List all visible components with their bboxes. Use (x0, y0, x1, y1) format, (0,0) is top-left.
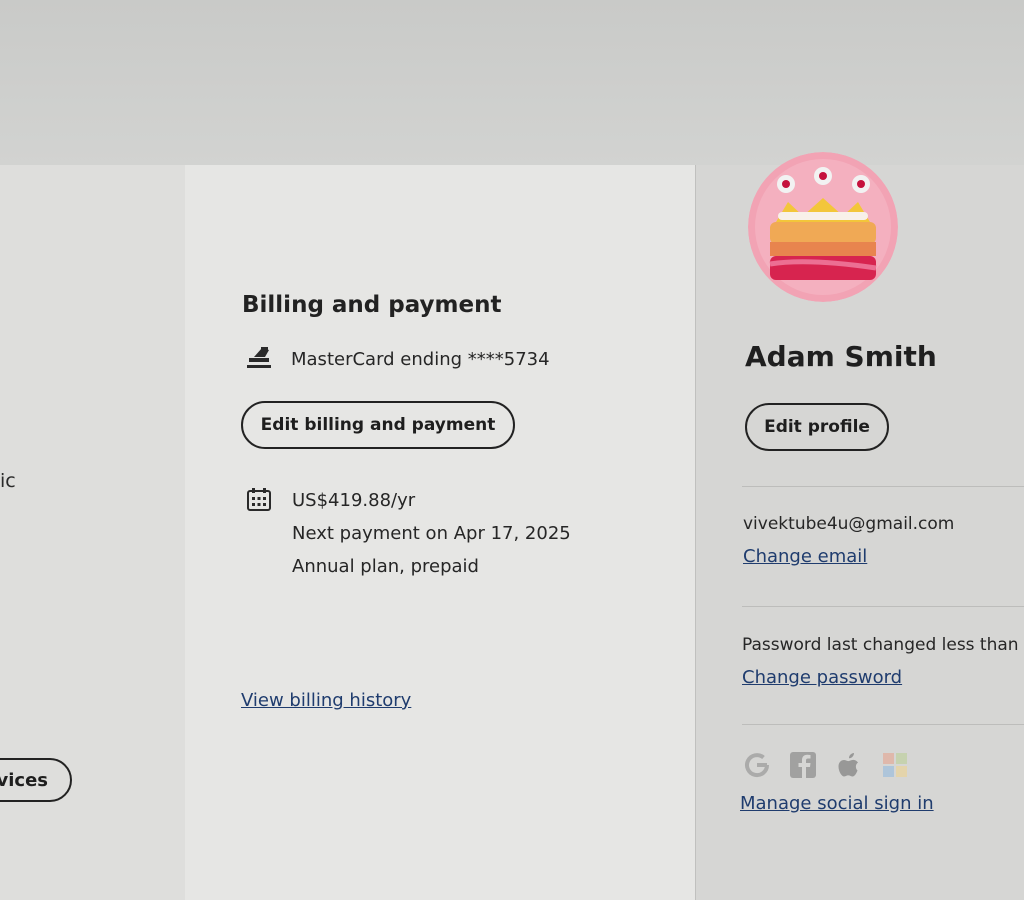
divider (742, 606, 1024, 607)
next-payment-date: Next payment on Apr 17, 2025 (292, 523, 571, 544)
credit-card-icon (245, 344, 275, 374)
email-address: vivektube4u@gmail.com (743, 514, 955, 534)
card-text: MasterCard ending ****5734 (291, 348, 550, 370)
change-password-link[interactable]: Change password (742, 667, 902, 688)
divider (742, 724, 1024, 725)
edit-profile-button[interactable]: Edit profile (745, 403, 889, 451)
social-sign-in-icons (742, 750, 910, 780)
microsoft-icon (880, 750, 910, 780)
avatar[interactable] (748, 152, 898, 302)
manage-social-sign-in-link[interactable]: Manage social sign in (740, 793, 934, 814)
plan-type: Annual plan, prepaid (292, 556, 479, 577)
change-email-link[interactable]: Change email (743, 546, 867, 567)
billing-title: Billing and payment (242, 292, 502, 318)
apple-icon (834, 750, 864, 780)
services-button[interactable]: rvices (0, 758, 72, 802)
facebook-icon (788, 750, 818, 780)
edit-billing-button[interactable]: Edit billing and payment (241, 401, 515, 449)
calendar-icon (246, 488, 272, 579)
plan-details: US$419.88/yr Next payment on Apr 17, 202… (246, 488, 571, 579)
top-background (0, 0, 1024, 165)
password-status: Password last changed less than a (742, 635, 1024, 655)
payment-method-row: MasterCard ending ****5734 (245, 344, 550, 374)
partial-label: ic (0, 470, 16, 492)
profile-name: Adam Smith (745, 340, 937, 373)
divider (742, 486, 1024, 487)
plan-price: US$419.88/yr (292, 490, 416, 511)
view-billing-history-link[interactable]: View billing history (241, 690, 411, 711)
google-icon (742, 750, 772, 780)
